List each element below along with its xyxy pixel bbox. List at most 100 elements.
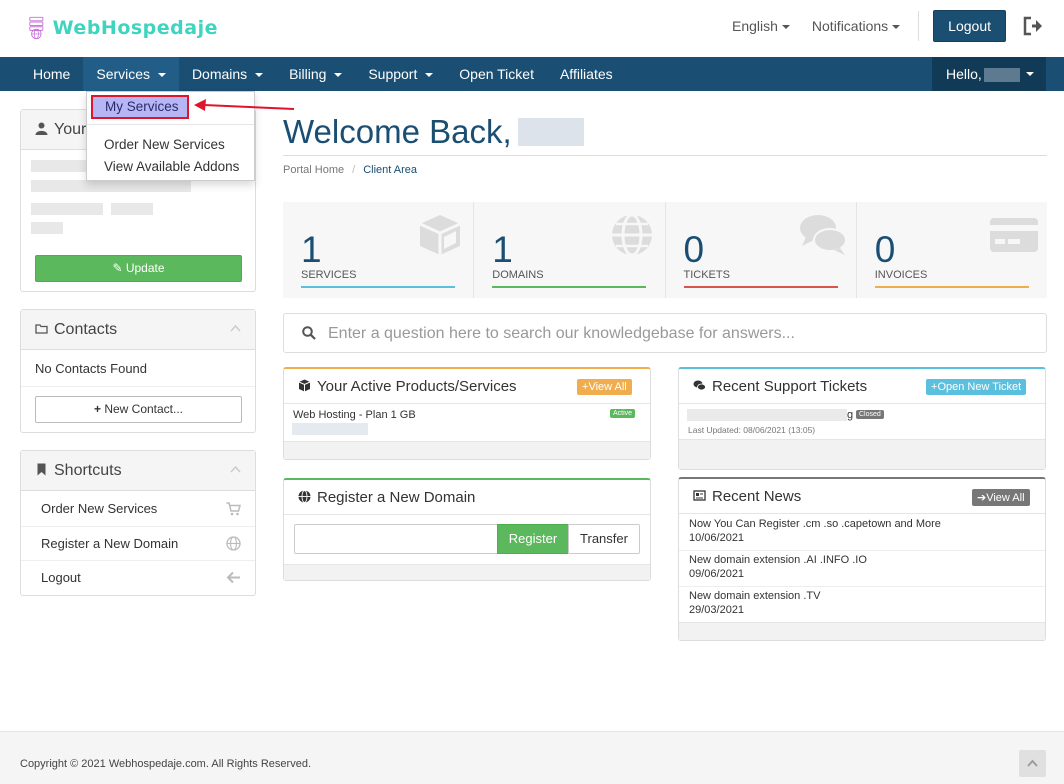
redacted-ticket-subject (687, 409, 847, 421)
news-item[interactable]: Now You Can Register .cm .so .capetown a… (679, 515, 1045, 551)
news-date: 10/06/2021 (689, 532, 745, 544)
shortcut-register-new-domain[interactable]: Register a New Domain (21, 526, 255, 560)
globe-icon (611, 213, 652, 257)
chevron-up-icon[interactable] (230, 324, 241, 332)
welcome-text: Welcome Back, (283, 113, 512, 150)
recent-tickets-title: Recent Support Tickets (693, 378, 867, 395)
open-new-ticket-label: Open New Ticket (937, 381, 1022, 393)
caret-down-icon (425, 73, 434, 78)
brand-logo[interactable]: WebHospedaje (28, 8, 218, 48)
comments-icon (693, 380, 706, 391)
stat-invoices-value: 0 (874, 229, 896, 270)
view-all-products-button[interactable]: +View All (577, 379, 632, 395)
sign-out-icon[interactable] (1022, 16, 1044, 36)
card-footer (284, 564, 650, 580)
transfer-button[interactable]: Transfer (568, 524, 640, 554)
chevron-up-icon (1027, 759, 1038, 767)
page-title: Welcome Back, (283, 113, 584, 151)
new-contact-button[interactable]: + New Contact... (35, 396, 242, 423)
stat-tickets-tile[interactable]: 0 Tickets (666, 202, 857, 298)
bookmark-icon (37, 463, 46, 476)
redacted-info (31, 180, 191, 192)
dropdown-order-new-services[interactable]: Order New Services (104, 137, 225, 152)
breadcrumb-client-area: Client Area (363, 164, 418, 176)
account-dropdown[interactable]: Hello, (932, 57, 1046, 91)
news-item[interactable]: New domain extension .TV 29/03/2021 (679, 587, 1045, 623)
back-to-top-button[interactable] (1019, 750, 1046, 777)
nav-billing[interactable]: Billing (276, 57, 355, 91)
dropdown-divider (87, 124, 254, 125)
language-label: English (731, 18, 778, 34)
shortcut-logout[interactable]: Logout (21, 560, 255, 594)
news-date: 29/03/2021 (689, 604, 745, 616)
hello-label: Hello, (946, 66, 982, 82)
language-dropdown[interactable]: English (732, 18, 790, 34)
knowledgebase-search-input[interactable] (328, 322, 1028, 346)
shortcuts-title: Shortcuts (54, 462, 122, 479)
notifications-dropdown[interactable]: Notifications (811, 18, 901, 34)
globe-icon (298, 490, 311, 503)
globe-icon (226, 536, 241, 551)
logout-button[interactable]: Logout (933, 10, 1006, 42)
shortcut-order-new-services[interactable]: Order New Services (21, 492, 255, 526)
redacted-info (31, 160, 91, 172)
stat-invoices-tile[interactable]: 0 Invoices (857, 202, 1047, 298)
nav-domains-label: Domains (191, 66, 248, 82)
caret-down-icon (892, 25, 901, 30)
pencil-icon: ✎ (112, 261, 126, 275)
caret-down-icon (334, 73, 343, 78)
stat-services-value: 1 (301, 229, 322, 270)
caret-down-icon (1026, 72, 1034, 76)
register-domain-header: Register a New Domain (284, 480, 650, 515)
open-new-ticket-button[interactable]: +Open New Ticket (926, 379, 1027, 395)
redacted-username (983, 68, 1020, 83)
news-item[interactable]: New domain extension .AI .INFO .IO 09/06… (679, 551, 1045, 587)
stat-domains-tile[interactable]: 1 Domains (474, 202, 666, 298)
notifications-label: Notifications (811, 18, 889, 34)
view-all-label: View All (588, 381, 627, 393)
caret-down-icon (255, 73, 264, 78)
redacted-name (517, 118, 584, 146)
nav-services[interactable]: Services (83, 57, 179, 91)
recent-news-header: Recent News ➔View All (679, 479, 1045, 514)
contacts-title: Contacts (54, 321, 118, 338)
nav-domains[interactable]: Domains (179, 57, 276, 91)
shortcuts-panel: Shortcuts Order New Services Register a … (20, 450, 256, 596)
nav-services-label: Services (96, 66, 151, 82)
stat-invoices-bar (874, 286, 1029, 288)
product-name[interactable]: Web Hosting - Plan 1 GB (293, 409, 416, 421)
register-button[interactable]: Register (497, 524, 569, 554)
dropdown-view-available-addons[interactable]: View Available Addons (104, 159, 239, 174)
ticket-row[interactable]: g Closed Last Updated: 08/06/2021 (13:05… (679, 405, 1045, 439)
my-services-label: My Services (105, 99, 179, 114)
shortcut-label: Order New Services (41, 501, 158, 516)
nav-items: Home Services Domains Billing Support Op… (20, 57, 626, 91)
nav-support[interactable]: Support (355, 57, 446, 91)
title-underline (283, 155, 1047, 156)
copyright-text: Copyright © 2021 Webhospedaje.com. All R… (20, 758, 312, 770)
active-products-card: Your Active Products/Services +View All … (283, 367, 651, 460)
ticket-last-updated: Last Updated: 08/06/2021 (13:05) (688, 425, 816, 435)
no-contacts-text: No Contacts Found (35, 361, 148, 376)
view-all-label: View All (986, 492, 1025, 504)
active-products-title: Your Active Products/Services (298, 378, 517, 395)
main-navbar: Home Services Domains Billing Support Op… (0, 57, 1064, 91)
update-button[interactable]: ✎ Update (35, 255, 242, 282)
dropdown-my-services[interactable]: My Services (91, 95, 189, 119)
chevron-up-icon[interactable] (230, 465, 241, 473)
knowledgebase-search (283, 313, 1047, 353)
view-all-news-button[interactable]: ➔View All (972, 489, 1030, 506)
comments-icon (799, 215, 847, 255)
nav-open-ticket[interactable]: Open Ticket (446, 57, 547, 91)
nav-home[interactable]: Home (20, 57, 83, 91)
domain-search-input[interactable] (294, 524, 498, 554)
breadcrumb-portal-home[interactable]: Portal Home (283, 164, 344, 176)
recent-tickets-title-text: Recent Support Tickets (712, 378, 868, 395)
recent-tickets-header: Recent Support Tickets +Open New Ticket (679, 369, 1045, 404)
nav-affiliates[interactable]: Affiliates (547, 57, 626, 91)
search-icon (302, 326, 316, 340)
annotation-arrow-icon (194, 99, 295, 111)
stat-services-tile[interactable]: 1 Services (283, 202, 475, 298)
brand-name: WebHospedaje (52, 17, 218, 39)
server-globe-logo-icon (29, 16, 44, 40)
